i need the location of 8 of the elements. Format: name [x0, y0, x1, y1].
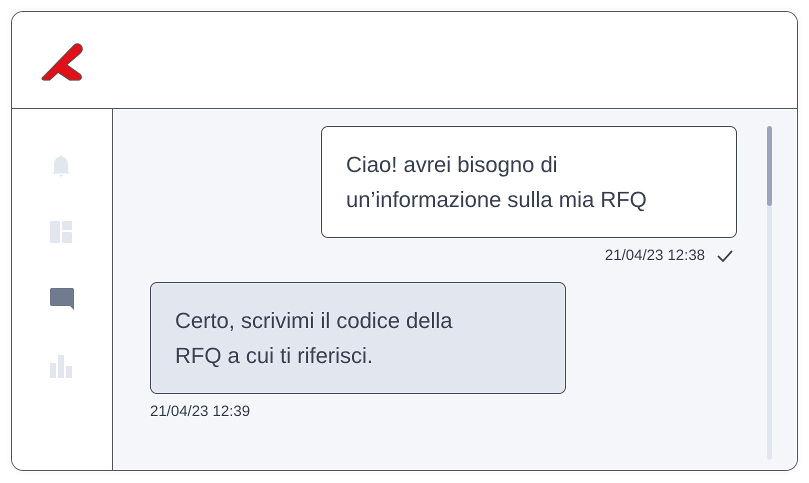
scrollbar[interactable] [767, 126, 772, 460]
message-time: 21/04/23 12:39 [150, 403, 250, 420]
chat-icon[interactable] [49, 287, 75, 312]
chart-icon[interactable] [49, 354, 75, 379]
message-bubble: Ciao! avrei bisogno di un’informazione sulla mia RFQ [321, 126, 737, 238]
message-time: 21/04/23 12:38 [604, 247, 705, 264]
dashboard-icon[interactable] [49, 220, 75, 245]
message-bubble: Certo, scrivimi il codice della RFQ a cui ti riferisci. [150, 282, 566, 394]
